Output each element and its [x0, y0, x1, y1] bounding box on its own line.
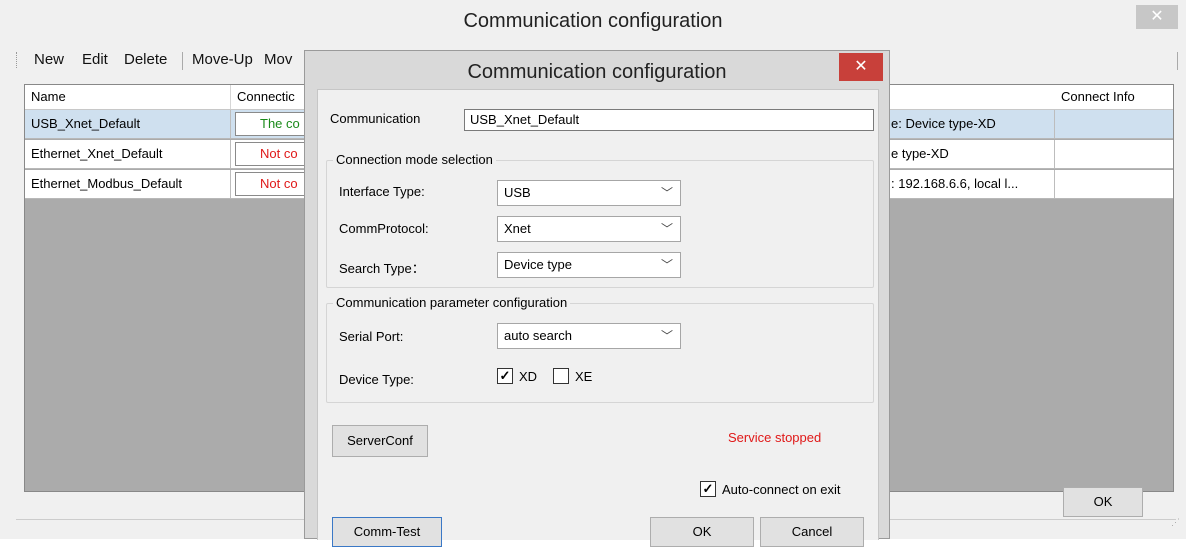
delete-button[interactable]: Delete	[124, 51, 167, 68]
chevron-down-icon: ﹀	[660, 222, 673, 236]
serial-port-label: Serial Port:	[339, 329, 404, 344]
row-name: USB_Xnet_Default	[25, 110, 231, 138]
communication-label: Communication	[330, 111, 421, 126]
chevron-down-icon: ﹀	[660, 186, 673, 200]
row-name: Ethernet_Modbus_Default	[25, 170, 231, 198]
dialog-titlebar: Communication configuration ✕	[305, 51, 889, 89]
window-title: Communication configuration	[463, 10, 723, 32]
comm-params-group: Communication parameter configuration Se…	[326, 295, 874, 403]
xd-checkbox[interactable]: ✓	[497, 368, 513, 384]
row-status: The co	[235, 112, 315, 136]
cancel-button[interactable]: Cancel	[760, 517, 864, 547]
column-header-connection[interactable]: Connectic	[231, 85, 311, 109]
chevron-down-icon: ﹀	[660, 329, 673, 343]
chevron-down-icon: ﹀	[660, 258, 673, 272]
row-detail: e: Device type-XD	[885, 110, 1055, 138]
edit-button[interactable]: Edit	[82, 51, 108, 68]
interface-type-label: Interface Type:	[339, 184, 425, 199]
close-icon[interactable]: ✕	[839, 53, 883, 81]
new-button[interactable]: New	[34, 51, 64, 68]
interface-type-select[interactable]: USB ﹀	[497, 180, 681, 206]
auto-connect-label[interactable]: Auto-connect on exit	[722, 482, 841, 497]
search-type-label: Search Type：	[339, 261, 425, 276]
row-detail: e type-XD	[885, 140, 1055, 168]
search-type-value: Device type	[504, 257, 572, 272]
row-connect-info	[1055, 140, 1173, 168]
row-status: Not co	[235, 172, 315, 196]
row-connect-info	[1055, 170, 1173, 198]
toolbar-separator	[182, 52, 183, 70]
xe-label[interactable]: XE	[575, 369, 592, 384]
server-conf-button[interactable]: ServerConf	[332, 425, 428, 457]
communication-name-field[interactable]: USB_Xnet_Default	[464, 109, 874, 131]
auto-connect-checkbox[interactable]: ✓	[700, 481, 716, 497]
xd-label[interactable]: XD	[519, 369, 537, 384]
window-titlebar: Communication configuration ✕	[0, 0, 1186, 42]
toolbar-grip[interactable]	[16, 52, 20, 68]
close-icon[interactable]: ✕	[1136, 5, 1178, 29]
resize-grip-icon[interactable]: ⋰	[1171, 518, 1180, 527]
move-up-button[interactable]: Move-Up	[192, 51, 253, 68]
connection-mode-group: Connection mode selection Interface Type…	[326, 152, 874, 288]
group-title: Communication parameter configuration	[333, 295, 571, 310]
dialog-body: Communication USB_Xnet_Default Connectio…	[317, 89, 879, 547]
service-status-text: Service stopped	[728, 430, 822, 445]
toolbar-end	[1177, 52, 1178, 70]
row-detail: : 192.168.6.6, local l...	[885, 170, 1055, 198]
comm-protocol-label: CommProtocol:	[339, 221, 429, 236]
ok-button[interactable]: OK	[650, 517, 754, 547]
column-header-name[interactable]: Name	[25, 85, 231, 109]
row-name: Ethernet_Xnet_Default	[25, 140, 231, 168]
move-down-button[interactable]: Mov	[264, 51, 292, 68]
group-title: Connection mode selection	[333, 152, 496, 167]
device-type-label: Device Type:	[339, 372, 414, 387]
serial-port-select[interactable]: auto search ﹀	[497, 323, 681, 349]
comm-config-dialog: Communication configuration ✕ Communicat…	[304, 50, 890, 547]
row-connect-info	[1055, 110, 1173, 138]
search-type-select[interactable]: Device type ﹀	[497, 252, 681, 278]
comm-protocol-value: Xnet	[504, 221, 531, 236]
interface-type-value: USB	[504, 185, 531, 200]
dialog-title: Communication configuration	[467, 61, 727, 83]
ok-button[interactable]: OK	[1063, 487, 1143, 517]
comm-test-button[interactable]: Comm-Test	[332, 517, 442, 547]
row-status: Not co	[235, 142, 315, 166]
xe-checkbox[interactable]	[553, 368, 569, 384]
column-header-connect-info[interactable]: Connect Info	[1055, 85, 1173, 109]
serial-port-value: auto search	[504, 328, 572, 343]
comm-protocol-select[interactable]: Xnet ﹀	[497, 216, 681, 242]
